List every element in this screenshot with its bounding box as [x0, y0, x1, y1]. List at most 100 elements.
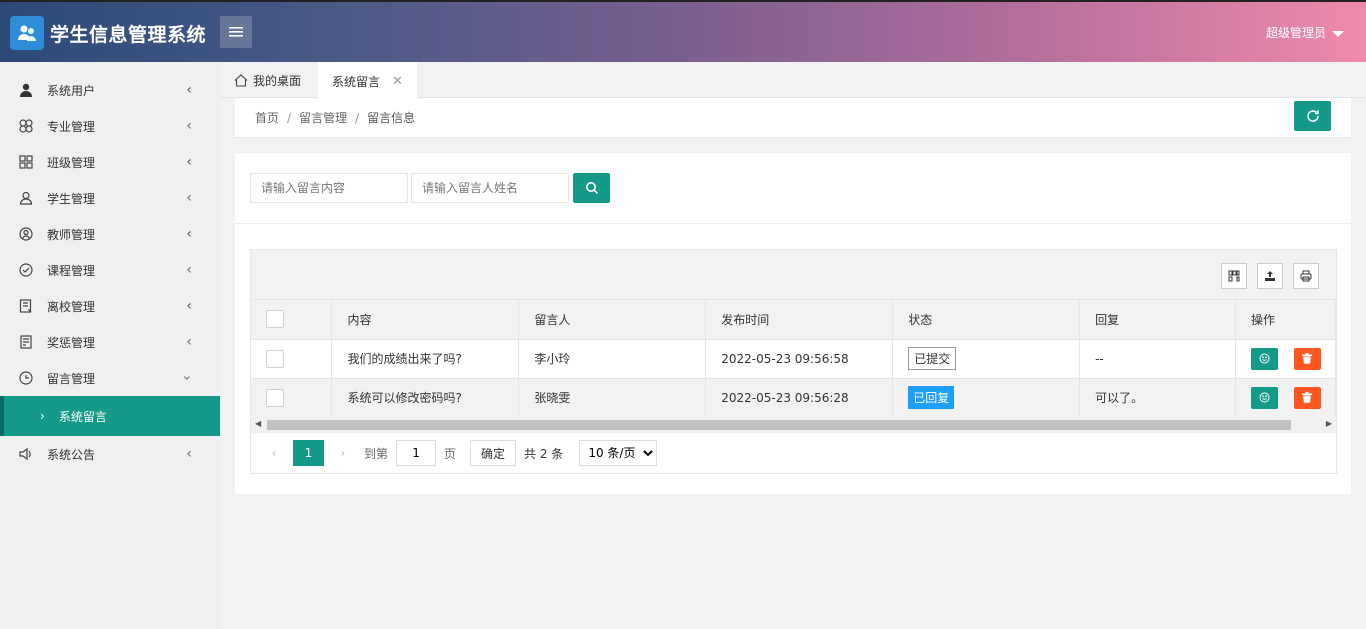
breadcrumb-home[interactable]: 首页 — [255, 111, 279, 125]
col-header-time[interactable]: 发布时间 — [705, 300, 894, 340]
chevron-left-icon: ‹ — [186, 226, 192, 242]
check-circle-icon — [18, 262, 34, 278]
row-checkbox[interactable] — [266, 349, 284, 368]
message-content-input[interactable] — [250, 173, 408, 203]
refresh-icon — [1306, 110, 1319, 122]
row-checkbox[interactable] — [266, 388, 284, 407]
home-icon — [234, 73, 248, 87]
columns-icon — [1228, 270, 1240, 282]
scroll-left-icon[interactable]: ◀ — [255, 419, 261, 428]
sidebar-item-classes[interactable]: 班级管理 ‹ — [0, 144, 220, 180]
cell-content: 系统可以修改密码吗? — [331, 378, 520, 418]
tabs-bar: 我的桌面 系统留言 ✕ — [220, 62, 1366, 98]
sidebar-item-students[interactable]: 学生管理 ‹ — [0, 180, 220, 216]
page-size-select[interactable]: 10 条/页 — [579, 440, 658, 466]
page-current[interactable]: 1 — [293, 440, 324, 466]
person-outline-icon — [18, 190, 34, 206]
row-select-cell — [251, 339, 333, 379]
scrollbar-thumb[interactable] — [267, 420, 1291, 430]
form-icon — [18, 298, 34, 314]
columns-filter-button[interactable] — [1221, 263, 1247, 289]
document-icon — [18, 334, 34, 350]
prev-page-icon[interactable]: ‹ — [261, 446, 287, 460]
sidebar: 系统用户 ‹ 专业管理 ‹ 班级管理 ‹ 学生管理 ‹ 教师管理 ‹ 课程管理 … — [0, 62, 220, 629]
sidebar-item-leave-school[interactable]: 离校管理 ‹ — [0, 288, 220, 324]
col-header-content[interactable]: 内容 — [331, 300, 520, 340]
export-button[interactable] — [1257, 263, 1283, 289]
sidebar-item-label: 学生管理 — [47, 191, 96, 206]
top-header: 学生信息管理系统 超级管理员 — [0, 0, 1366, 62]
cell-content: 我们的成绩出来了吗? — [331, 339, 520, 379]
sidebar-item-courses[interactable]: 课程管理 ‹ — [0, 252, 220, 288]
user-menu[interactable]: 超级管理员 — [1266, 24, 1344, 41]
app-logo-icon — [10, 16, 44, 50]
sidebar-item-label: 奖惩管理 — [47, 335, 96, 350]
trash-icon — [1302, 353, 1313, 364]
tab-home[interactable]: 我的桌面 — [220, 62, 315, 98]
chevron-left-icon: ‹ — [186, 334, 192, 350]
page-unit-label: 页 — [444, 446, 457, 461]
sidebar-item-label: 留言管理 — [47, 371, 96, 386]
menu-toggle-button[interactable] — [220, 16, 252, 48]
chevron-left-icon: ‹ — [186, 298, 192, 314]
tab-system-messages[interactable]: 系统留言 ✕ — [318, 62, 417, 98]
caret-down-icon — [1332, 30, 1344, 37]
col-header-reply[interactable]: 回复 — [1079, 300, 1236, 340]
goto-page-input[interactable] — [396, 440, 437, 466]
cell-reply: -- — [1079, 339, 1236, 379]
sidebar-item-teachers[interactable]: 教师管理 ‹ — [0, 216, 220, 252]
breadcrumb-message-mgmt[interactable]: 留言管理 — [299, 111, 347, 125]
reply-button[interactable] — [1250, 386, 1278, 409]
goto-label: 到第 — [364, 446, 389, 461]
col-header-status[interactable]: 状态 — [892, 300, 1081, 340]
search-button[interactable] — [573, 173, 610, 203]
horizontal-scrollbar[interactable]: ◀ ▶ — [251, 417, 1336, 433]
sidebar-item-users[interactable]: 系统用户 ‹ — [0, 72, 220, 108]
clock-icon — [18, 370, 34, 386]
sidebar-item-messages[interactable]: 留言管理 ‹ — [0, 360, 220, 396]
chevron-down-icon: ‹ — [179, 375, 196, 381]
tab-active-label: 系统留言 — [332, 74, 381, 89]
refresh-button[interactable] — [1294, 101, 1331, 131]
cell-status: 已提交 — [892, 339, 1081, 379]
delete-button[interactable] — [1293, 386, 1321, 409]
tab-home-label: 我的桌面 — [253, 73, 302, 88]
chevron-left-icon: ‹ — [186, 82, 192, 98]
select-all-checkbox[interactable] — [266, 310, 284, 329]
sidebar-item-announcements[interactable]: 系统公告 ‹ — [0, 436, 220, 472]
sidebar-item-label: 班级管理 — [47, 155, 96, 170]
print-button[interactable] — [1293, 263, 1319, 289]
delete-button[interactable] — [1293, 347, 1321, 370]
col-header-ops: 操作 — [1235, 300, 1337, 340]
cell-author: 张晓雯 — [518, 378, 707, 418]
col-header-author[interactable]: 留言人 — [518, 300, 707, 340]
export-icon — [1265, 271, 1275, 281]
trash-icon — [1302, 392, 1313, 403]
cell-ops — [1235, 339, 1337, 379]
user-icon — [18, 82, 34, 98]
scroll-right-icon[interactable]: ▶ — [1326, 419, 1332, 428]
sidebar-item-rewards[interactable]: 奖惩管理 ‹ — [0, 324, 220, 360]
sidebar-item-label: 教师管理 — [47, 227, 96, 242]
table-row[interactable]: 系统可以修改密码吗? 张晓雯 2022-05-23 09:56:28 已回复 可… — [251, 378, 1337, 418]
grid-icon — [18, 154, 34, 170]
author-name-input[interactable] — [411, 173, 569, 203]
sidebar-item-label: 离校管理 — [47, 299, 96, 314]
print-icon — [1300, 270, 1312, 282]
chevron-left-icon: ‹ — [186, 262, 192, 278]
sidebar-subitem-system-messages[interactable]: › 系统留言 — [0, 396, 220, 436]
status-badge: 已回复 — [908, 386, 955, 409]
goto-confirm-button[interactable]: 确定 — [470, 440, 517, 466]
data-table: 内容 留言人 发布时间 状态 回复 操作 我们的成绩出来了吗? 李小玲 2022… — [251, 300, 1337, 418]
sidebar-item-label: 专业管理 — [47, 119, 96, 134]
table-row[interactable]: 我们的成绩出来了吗? 李小玲 2022-05-23 09:56:58 已提交 -… — [251, 339, 1337, 379]
breadcrumb-bar: 首页 / 留言管理 / 留言信息 — [235, 98, 1351, 138]
next-page-icon[interactable]: › — [330, 446, 356, 460]
close-icon[interactable]: ✕ — [392, 74, 403, 89]
select-all-cell — [251, 300, 333, 340]
sidebar-item-majors[interactable]: 专业管理 ‹ — [0, 108, 220, 144]
breadcrumb-current: 留言信息 — [367, 111, 416, 125]
reply-button[interactable] — [1250, 347, 1278, 370]
chevron-left-icon: ‹ — [186, 190, 192, 206]
speaker-icon — [18, 446, 34, 462]
